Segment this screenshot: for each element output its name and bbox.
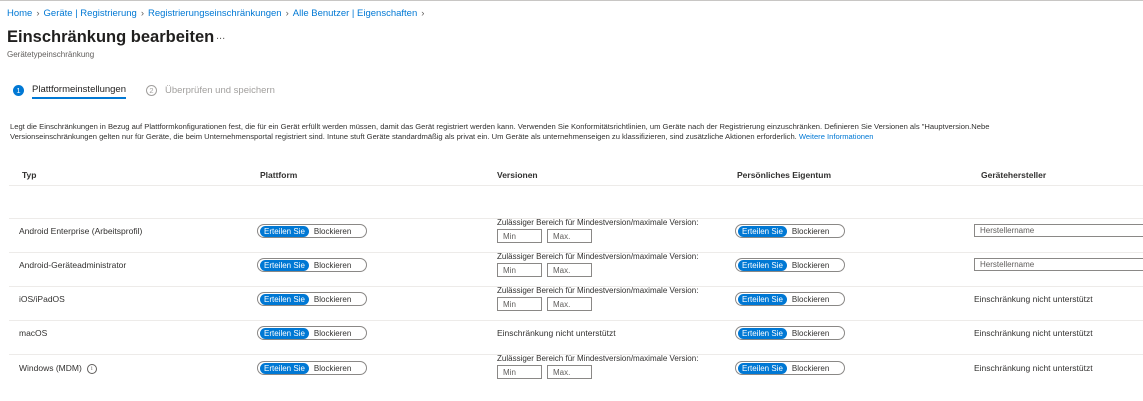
- ownership-toggle-android-device-admin[interactable]: Erteilen Sie Blockieren: [735, 258, 845, 272]
- description-line-1: Legt die Einschränkungen in Bezug auf Pl…: [10, 122, 990, 131]
- toggle-block-option[interactable]: Blockieren: [787, 227, 834, 236]
- breadcrumb-chevron-icon: ›: [421, 8, 425, 19]
- toggle-block-option[interactable]: Blockieren: [787, 364, 834, 373]
- toggle-allow-option[interactable]: Erteilen Sie: [260, 225, 309, 237]
- platform-toggle-macos[interactable]: Erteilen Sie Blockieren: [257, 326, 367, 340]
- min-version-input[interactable]: [497, 365, 542, 379]
- version-range-label: Zulässiger Bereich für Mindestversion/ma…: [497, 218, 699, 227]
- breadcrumb: Home › Geräte | Registrierung › Registrierun…: [7, 8, 428, 19]
- platform-toggle-ios[interactable]: Erteilen Sie Blockieren: [257, 292, 367, 306]
- manufacturer-not-supported: Einschränkung nicht unterstützt: [974, 328, 1093, 338]
- more-options-icon[interactable]: ...: [216, 30, 225, 42]
- step-label: Überprüfen und speichern: [165, 84, 275, 96]
- description-text: Legt die Einschränkungen in Bezug auf Pl…: [10, 122, 1143, 142]
- min-version-input[interactable]: [497, 297, 542, 311]
- row-type-ios: iOS/iPadOS: [19, 294, 65, 304]
- row-type-macos: macOS: [19, 328, 48, 338]
- step-label: Plattformeinstellungen: [32, 84, 126, 99]
- manufacturer-input[interactable]: [974, 224, 1143, 237]
- ownership-toggle-android-enterprise[interactable]: Erteilen Sie Blockieren: [735, 224, 845, 238]
- row-type-android-enterprise: Android Enterprise (Arbeitsprofil): [19, 226, 143, 236]
- max-version-input[interactable]: [547, 297, 592, 311]
- manufacturer-input[interactable]: [974, 258, 1143, 271]
- ownership-toggle-ios[interactable]: Erteilen Sie Blockieren: [735, 292, 845, 306]
- manufacturer-not-supported: Einschränkung nicht unterstützt: [974, 363, 1093, 373]
- manufacturer-not-supported: Einschränkung nicht unterstützt: [974, 294, 1093, 304]
- toggle-allow-option[interactable]: Erteilen Sie: [738, 327, 787, 339]
- row-divider: [9, 320, 1143, 321]
- toggle-allow-option[interactable]: Erteilen Sie: [738, 259, 787, 271]
- row-type-android-device-admin: Android-Geräteadministrator: [19, 260, 127, 270]
- row-type-windows: Windows (MDM) i: [19, 363, 97, 374]
- version-range-label: Zulässiger Bereich für Mindestversion/ma…: [497, 354, 699, 363]
- breadcrumb-devices-enrollment[interactable]: Geräte | Registrierung: [44, 8, 137, 19]
- breadcrumb-chevron-icon: ›: [36, 8, 40, 19]
- breadcrumb-chevron-icon: ›: [140, 8, 144, 19]
- learn-more-link[interactable]: Weitere Informationen: [799, 132, 874, 141]
- platform-toggle-android-enterprise[interactable]: Erteilen Sie Blockieren: [257, 224, 367, 238]
- toggle-block-option[interactable]: Blockieren: [309, 295, 356, 304]
- step-number-badge: 1: [13, 84, 24, 96]
- row-divider: [9, 185, 1143, 186]
- column-header-platform: Plattform: [260, 170, 298, 180]
- step-platform-settings[interactable]: 1 Plattformeinstellungen: [13, 83, 126, 99]
- toggle-block-option[interactable]: Blockieren: [309, 364, 356, 373]
- toggle-allow-option[interactable]: Erteilen Sie: [260, 327, 309, 339]
- version-range-label: Zulässiger Bereich für Mindestversion/ma…: [497, 252, 699, 261]
- toggle-block-option[interactable]: Blockieren: [309, 329, 356, 338]
- min-version-input[interactable]: [497, 229, 542, 243]
- toggle-block-option[interactable]: Blockieren: [787, 329, 834, 338]
- column-header-versions: Versionen: [497, 170, 538, 180]
- step-number-badge: 2: [146, 84, 157, 96]
- max-version-input[interactable]: [547, 229, 592, 243]
- page-title: Einschränkung bearbeiten: [7, 28, 215, 46]
- platform-toggle-android-device-admin[interactable]: Erteilen Sie Blockieren: [257, 258, 367, 272]
- toggle-block-option[interactable]: Blockieren: [309, 261, 356, 270]
- max-version-input[interactable]: [547, 263, 592, 277]
- toggle-allow-option[interactable]: Erteilen Sie: [738, 362, 787, 374]
- toggle-block-option[interactable]: Blockieren: [309, 227, 356, 236]
- toggle-block-option[interactable]: Blockieren: [787, 261, 834, 270]
- toggle-allow-option[interactable]: Erteilen Sie: [260, 362, 309, 374]
- toggle-allow-option[interactable]: Erteilen Sie: [738, 225, 787, 237]
- breadcrumb-all-users-properties[interactable]: Alle Benutzer | Eigenschaften: [293, 8, 417, 19]
- breadcrumb-enrollment-restrictions[interactable]: Registrierungseinschränkungen: [148, 8, 282, 19]
- min-version-input[interactable]: [497, 263, 542, 277]
- row-type-label: Windows (MDM): [19, 363, 82, 373]
- page-subtitle: Gerätetypeinschränkung: [7, 50, 95, 59]
- versions-not-supported: Einschränkung nicht unterstützt: [497, 328, 616, 338]
- breadcrumb-home[interactable]: Home: [7, 8, 32, 19]
- ownership-toggle-macos[interactable]: Erteilen Sie Blockieren: [735, 326, 845, 340]
- column-header-manufacturer: Gerätehersteller: [981, 170, 1047, 180]
- top-border: [0, 0, 1143, 1]
- toggle-allow-option[interactable]: Erteilen Sie: [260, 259, 309, 271]
- column-header-ownership: Persönliches Eigentum: [737, 170, 831, 180]
- platform-toggle-windows[interactable]: Erteilen Sie Blockieren: [257, 361, 367, 375]
- step-review-save[interactable]: 2 Überprüfen und speichern: [146, 83, 275, 97]
- breadcrumb-chevron-icon: ›: [285, 8, 289, 19]
- description-line-2: Versionseinschränkungen gelten nur für G…: [10, 132, 874, 141]
- toggle-allow-option[interactable]: Erteilen Sie: [738, 293, 787, 305]
- max-version-input[interactable]: [547, 365, 592, 379]
- toggle-allow-option[interactable]: Erteilen Sie: [260, 293, 309, 305]
- toggle-block-option[interactable]: Blockieren: [787, 295, 834, 304]
- info-icon[interactable]: i: [86, 363, 97, 374]
- version-range-label: Zulässiger Bereich für Mindestversion/ma…: [497, 286, 699, 295]
- ownership-toggle-windows[interactable]: Erteilen Sie Blockieren: [735, 361, 845, 375]
- column-header-type: Typ: [22, 170, 37, 180]
